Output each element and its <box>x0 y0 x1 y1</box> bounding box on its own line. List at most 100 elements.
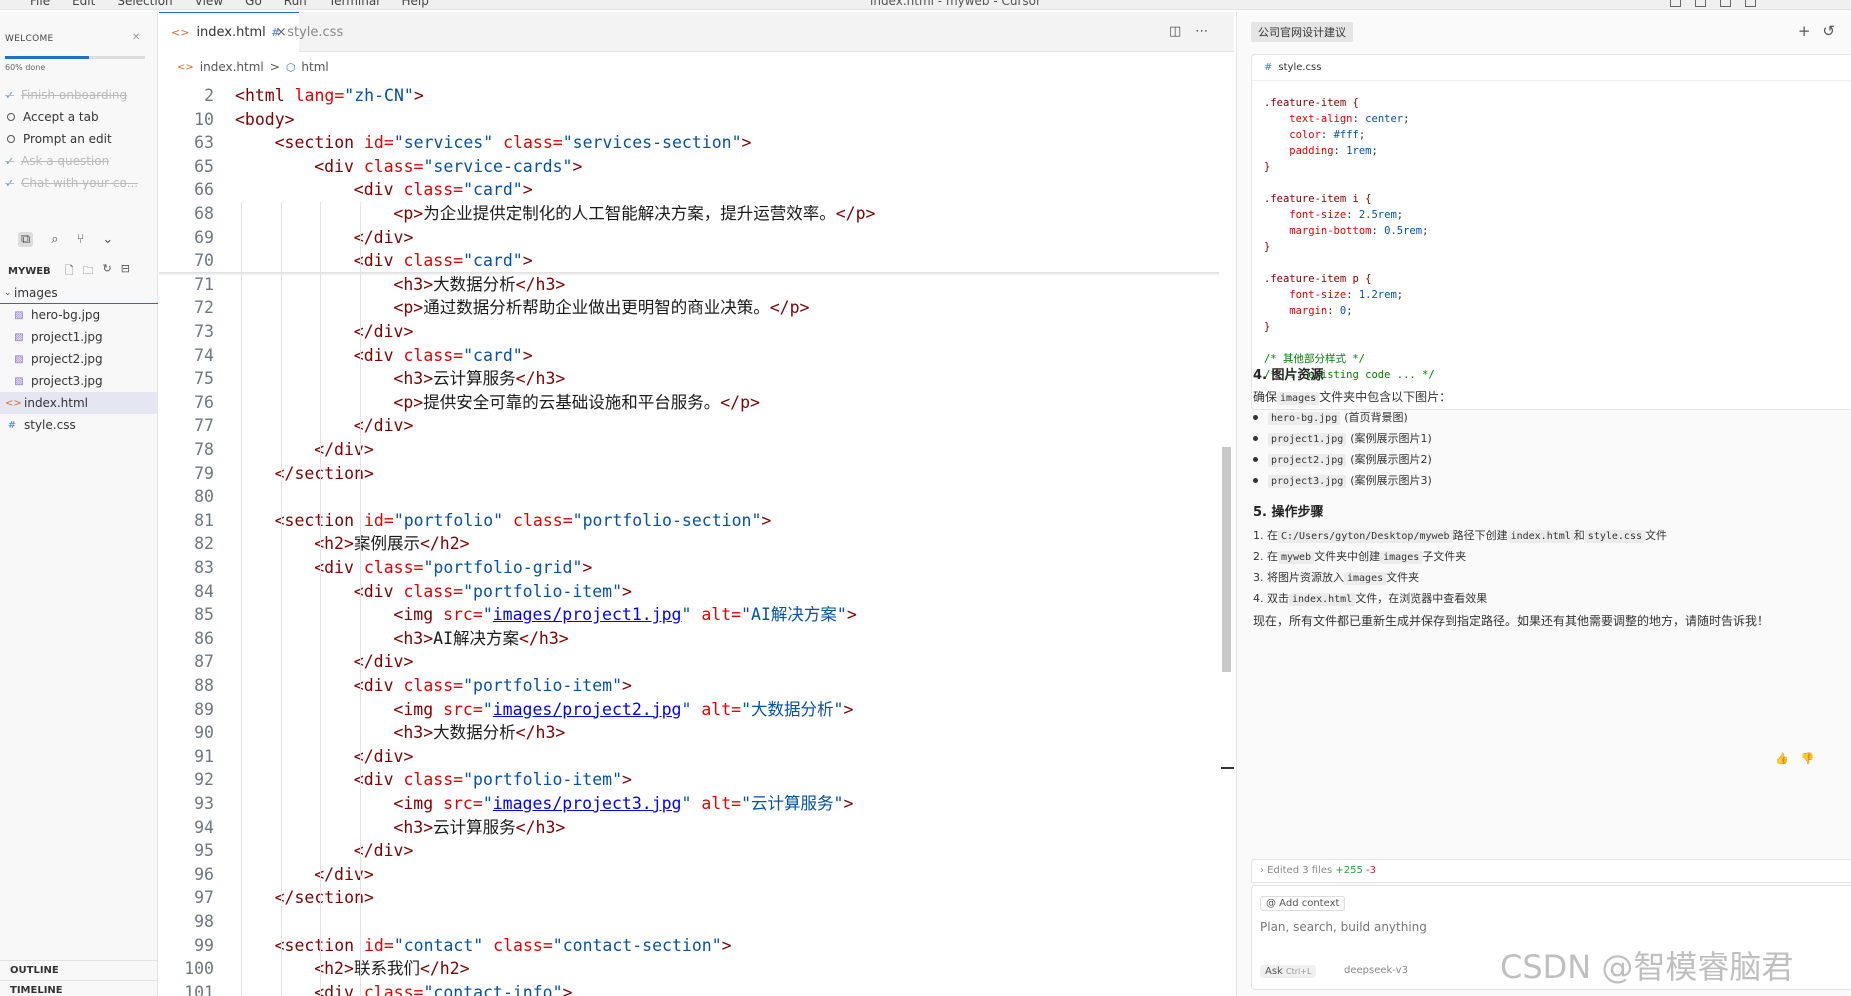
code-block-file[interactable]: style.css <box>1278 62 1321 73</box>
text: 2. 在 <box>1253 550 1278 563</box>
menu-view[interactable]: View <box>195 0 223 8</box>
more-actions-icon[interactable]: ⋯ <box>1195 24 1208 39</box>
inline-code: C:/Users/gyton/Desktop/myweb <box>1278 530 1453 543</box>
file-item[interactable]: ▨ hero-bg.jpg <box>0 304 158 326</box>
new-file-icon[interactable]: 🗋 <box>65 262 74 281</box>
css-line <box>1264 255 1435 271</box>
line-number: 72 <box>194 298 214 318</box>
tab-bar: <> index.html × # style.css <box>159 12 1234 52</box>
tab-label: style.css <box>287 24 344 40</box>
code-token: > <box>721 935 732 955</box>
onboarding-item[interactable]: Prompt an edit <box>5 128 138 150</box>
code-token: " <box>681 605 702 625</box>
code-line: 89 <img src="images/project2.jpg" alt="大数… <box>159 698 1219 722</box>
line-number: 77 <box>194 416 214 436</box>
onboarding-item[interactable]: ✓ Chat with your co... <box>5 172 138 194</box>
code-line: 66 <div class="card"> <box>159 178 1219 202</box>
sidebar-toggle-icon[interactable] <box>1720 0 1731 7</box>
code-line: 63 <section id="services" class="services… <box>159 131 1219 155</box>
code-token: 云计算服务 <box>433 817 516 837</box>
code-line: 93 <img src="images/project3.jpg" alt="云计… <box>159 792 1219 816</box>
list-desc: (案例展示图片2) <box>1350 453 1432 466</box>
history-icon[interactable]: ↺ <box>1822 22 1835 40</box>
file-item[interactable]: ▨ project2.jpg <box>0 348 158 370</box>
file-item[interactable]: ▨ project1.jpg <box>0 326 158 348</box>
code-line: 75 <h3>云计算服务</h3> <box>159 367 1219 391</box>
chat-title[interactable]: 公司官网设计建议 <box>1251 22 1353 42</box>
line-source: <div class="contact-info"> <box>314 981 572 996</box>
code-token: <div <box>353 345 404 365</box>
tab-style-css[interactable]: # style.css <box>259 12 355 52</box>
css-token: } <box>1264 161 1271 173</box>
line-number: 80 <box>194 487 214 507</box>
file-item[interactable]: ▨ project3.jpg <box>0 370 158 392</box>
code-token: lang= <box>294 86 345 105</box>
breadcrumb-file[interactable]: index.html <box>200 60 264 74</box>
code-token: 案例展示 <box>353 534 420 554</box>
line-number: 75 <box>194 369 214 389</box>
onboarding-item[interactable]: ✓ Finish onboarding <box>5 84 138 106</box>
menu-selection[interactable]: Selection <box>117 0 172 8</box>
code-token: </h3> <box>515 817 566 837</box>
breadcrumb-node[interactable]: html <box>301 60 328 74</box>
edited-files-bar[interactable]: › Edited 3 files +255 -3 <box>1251 859 1851 883</box>
thumbs-down-icon[interactable]: 👎 <box>1801 752 1815 765</box>
onboarding-item[interactable]: ✓ Ask a question <box>5 150 138 172</box>
collapse-icon[interactable]: ⊟ <box>121 262 130 281</box>
css-line: font-size: 1.2rem; <box>1264 287 1435 303</box>
code-token: <p> <box>393 392 424 412</box>
sidebar: WELCOME ✕ 60% done ✓ Finish onboarding Acc… <box>0 12 158 996</box>
close-icon[interactable]: ✕ <box>132 32 140 43</box>
menu-terminal[interactable]: Terminal <box>329 0 380 8</box>
line-source: <h3>云计算服务</h3> <box>393 367 565 391</box>
code-token: " <box>681 794 702 813</box>
css-token: ; <box>1371 145 1378 157</box>
thumbs-up-icon[interactable]: 👍 <box>1775 752 1789 765</box>
mode-selector[interactable]: Ask Ctrl+L <box>1260 965 1317 978</box>
code-token: AI解决方案 <box>433 628 520 648</box>
css-line: .feature-item p { <box>1264 271 1435 287</box>
line-source: <div class="card"> <box>354 178 533 202</box>
scrollbar-thumb[interactable] <box>1222 447 1231 672</box>
menu-edit[interactable]: Edit <box>72 0 95 8</box>
model-selector[interactable]: deepseek-v3 <box>1344 965 1408 976</box>
menu-bar: File Edit Selection View Go Run Terminal Help i… <box>0 0 1851 10</box>
step-item: 2. 在 myweb 文件夹中创建 images 子文件夹 <box>1253 548 1466 564</box>
split-editor-icon[interactable]: ◫ <box>1169 24 1181 39</box>
folder-images[interactable]: ⌄ images <box>0 282 158 304</box>
inline-code: project3.jpg <box>1268 475 1347 488</box>
layout-toggle-icon[interactable] <box>1670 0 1681 7</box>
code-token: <img <box>393 605 444 625</box>
css-token: } <box>1264 321 1271 333</box>
onboarding-item[interactable]: Accept a tab <box>5 106 138 128</box>
menu-run[interactable]: Run <box>284 0 307 8</box>
file-item[interactable]: # style.css <box>0 414 158 436</box>
menu-file[interactable]: File <box>30 0 50 8</box>
search-icon[interactable]: ⌕ <box>51 232 58 247</box>
code-line: 78 </div> <box>159 438 1219 462</box>
chat-input[interactable] <box>1260 920 1660 934</box>
outline-section[interactable]: OUTLINE <box>0 960 158 980</box>
new-chat-icon[interactable]: + <box>1798 22 1811 40</box>
add-context-button[interactable]: @ Add context <box>1260 896 1346 911</box>
line-number: 69 <box>194 227 214 247</box>
menu-go[interactable]: Go <box>245 0 262 8</box>
check-icon: ✓ <box>5 88 15 102</box>
line-number: 74 <box>194 345 214 365</box>
source-control-icon[interactable]: ⑂ <box>77 232 85 247</box>
menu-help[interactable]: Help <box>402 0 429 8</box>
refresh-icon[interactable]: ↻ <box>103 262 112 281</box>
css-token: padding <box>1264 145 1334 157</box>
timeline-section[interactable]: TIMELINE <box>0 980 158 996</box>
css-file-icon: # <box>7 419 17 431</box>
files-icon[interactable]: ⧉ <box>18 232 34 247</box>
line-number: 66 <box>194 180 214 200</box>
file-item[interactable]: <> index.html <box>0 392 158 414</box>
code-token: <h3> <box>393 369 434 389</box>
settings-icon[interactable] <box>1745 0 1756 7</box>
panel-toggle-icon[interactable] <box>1695 0 1706 7</box>
bullet-icon <box>1253 436 1258 441</box>
code-line: 73 </div> <box>159 320 1219 344</box>
chevron-down-icon[interactable]: ⌄ <box>102 232 113 247</box>
new-folder-icon[interactable]: 🗀 <box>83 262 94 281</box>
